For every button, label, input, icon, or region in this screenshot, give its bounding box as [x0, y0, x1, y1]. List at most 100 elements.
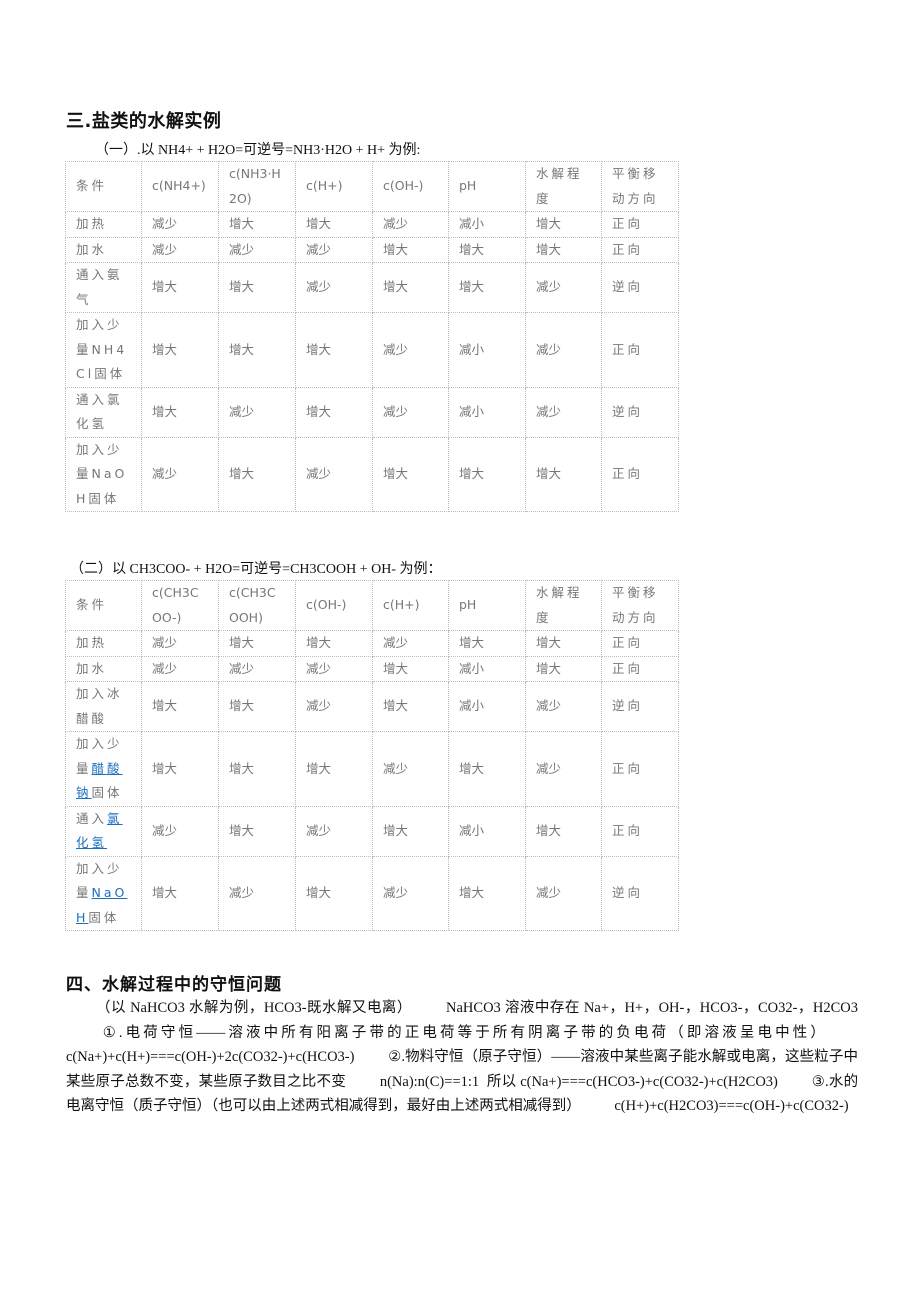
- column-header: c(NH4+): [141, 161, 219, 212]
- value-cell: 增大: [295, 211, 373, 238]
- value-cell: 正向: [601, 731, 679, 807]
- value-cell: 减少: [218, 655, 296, 682]
- charge-conservation-equation: c(Na+)+c(H+)===c(OH-)+2c(CO32-)+c(HCO3-): [66, 1049, 355, 1065]
- value-cell: 增大: [295, 855, 373, 931]
- column-header: 平衡移动方向: [601, 580, 679, 631]
- condition-cell: 加入少量NaOH固体: [65, 855, 142, 931]
- table-row: 加水 减少 减少 减少 增大 减小 增大 正向: [65, 655, 679, 682]
- value-cell: 减少: [295, 436, 373, 512]
- value-cell: 减少: [372, 630, 449, 657]
- conservation-paragraph: （以 NaHCO3 水解为例，HCO3-既水解又电离） NaHCO3 溶液中存在…: [66, 996, 858, 1119]
- value-cell: 正向: [601, 236, 679, 263]
- condition-cell: 加水: [65, 655, 142, 682]
- value-cell: 增大: [295, 386, 373, 438]
- example1-caption: （一）.以 NH4+ + H2O=可逆号=NH3·H2O + H+ 为例:: [95, 143, 421, 158]
- column-header: 条件: [65, 161, 142, 212]
- section-title-conservation: 四、水解过程中的守恒问题: [66, 975, 282, 995]
- value-cell: 增大: [218, 211, 296, 238]
- table-row: 通入氯化氢 增大 减少 增大 减少 减小 减少 逆向: [65, 386, 679, 438]
- condition-prefix: 通入: [76, 810, 108, 826]
- value-cell: 增大: [218, 312, 296, 388]
- table-row: 加水 减少 减少 减少 增大 增大 增大 正向: [65, 236, 679, 263]
- value-cell: 减少: [525, 855, 602, 931]
- value-cell: 减小: [448, 655, 526, 682]
- value-cell: 减小: [448, 312, 526, 388]
- value-cell: 正向: [601, 436, 679, 512]
- table-row: 加入少量NH4Cl固体 增大 增大 增大 减少 减小 减少 正向: [65, 312, 679, 388]
- value-cell: 减少: [218, 236, 296, 263]
- value-cell: 增大: [372, 262, 449, 313]
- value-cell: 增大: [141, 312, 219, 388]
- value-cell: 减少: [141, 211, 219, 238]
- value-cell: 增大: [218, 262, 296, 313]
- value-cell: 增大: [218, 436, 296, 512]
- value-cell: 减少: [295, 805, 373, 857]
- value-cell: 增大: [448, 630, 526, 657]
- value-cell: 减少: [295, 236, 373, 263]
- value-cell: 增大: [525, 436, 602, 512]
- condition-cell: 加热: [65, 630, 142, 657]
- condition-cell: 加入少量NaOH固体: [65, 436, 142, 512]
- value-cell: 增大: [295, 312, 373, 388]
- value-cell: 减少: [295, 681, 373, 732]
- value-cell: 减少: [525, 731, 602, 807]
- value-cell: 减小: [448, 211, 526, 238]
- example2-caption: （二）以 CH3COO- + H2O=可逆号=CH3COOH + OH- 为例：: [70, 562, 442, 577]
- value-cell: 正向: [601, 630, 679, 657]
- value-cell: 增大: [525, 630, 602, 657]
- value-cell: 逆向: [601, 386, 679, 438]
- table-row: 加入少量醋酸钠固体 增大 增大 增大 减少 增大 减少 正向: [65, 731, 679, 807]
- value-cell: 减少: [141, 630, 219, 657]
- value-cell: 增大: [448, 236, 526, 263]
- value-cell: 增大: [218, 731, 296, 807]
- table-row: 加热 减少 增大 增大 减少 减小 增大 正向: [65, 211, 679, 238]
- column-header: 平衡移动方向: [601, 161, 679, 212]
- value-cell: 减少: [141, 805, 219, 857]
- value-cell: 正向: [601, 805, 679, 857]
- proton-conservation-equation: c(H+)+c(H2CO3)===c(OH-)+c(CO32-): [614, 1098, 849, 1114]
- condition-cell: 加入少量醋酸钠固体: [65, 731, 142, 807]
- condition-cell: 加热: [65, 211, 142, 238]
- value-cell: 减小: [448, 386, 526, 438]
- value-cell: 减小: [448, 805, 526, 857]
- species-text: NaHCO3 溶液中存在 Na+，H+，OH-，HCO3-，CO32-，H2CO…: [446, 1000, 859, 1016]
- value-cell: 增大: [141, 262, 219, 313]
- ch3coo-hydrolysis-table: 条件 c(CH3COO-) c(CH3COOH) c(OH-) c(H+) pH 水解程度平…: [65, 580, 679, 931]
- value-cell: 减小: [448, 681, 526, 732]
- value-cell: 增大: [525, 211, 602, 238]
- value-cell: 逆向: [601, 855, 679, 931]
- table-row: 通入氨气 增大 增大 减少 增大 增大 减少 逆向: [65, 262, 679, 313]
- value-cell: 增大: [141, 731, 219, 807]
- nh4-hydrolysis-table: 条件 c(NH4+) c(NH3·H2O) c(H+) c(OH-) pH 水解程度 平衡移动…: [65, 161, 679, 512]
- value-cell: 增大: [372, 681, 449, 732]
- value-cell: 增大: [218, 630, 296, 657]
- column-header: c(CH3COO-): [141, 580, 219, 631]
- value-cell: 增大: [141, 386, 219, 438]
- table-row: 加入少量NaOH固体 减少 增大 减少 增大 增大 增大 正向: [65, 436, 679, 512]
- value-cell: 增大: [448, 855, 526, 931]
- value-cell: 减少: [295, 262, 373, 313]
- column-header: 水解程度: [525, 580, 602, 631]
- value-cell: 增大: [448, 262, 526, 313]
- column-header: c(H+): [295, 161, 373, 212]
- value-cell: 减少: [141, 236, 219, 263]
- value-cell: 增大: [525, 805, 602, 857]
- value-cell: 增大: [525, 236, 602, 263]
- value-cell: 减少: [525, 386, 602, 438]
- value-cell: 减少: [141, 655, 219, 682]
- charge-conservation-label: ①.电荷守恒——溶液中所有阳离子带的正电荷等于所有阴离子带的负电荷（即溶液呈电中…: [102, 1024, 828, 1041]
- value-cell: 逆向: [601, 681, 679, 732]
- value-cell: 减少: [525, 681, 602, 732]
- value-cell: 减少: [525, 312, 602, 388]
- condition-suffix: 固体: [88, 909, 120, 925]
- condition-suffix: 固体: [91, 785, 123, 800]
- column-header: 条件: [65, 580, 142, 631]
- condition-cell: 加入冰醋酸: [65, 681, 142, 732]
- column-header: pH: [448, 580, 526, 631]
- column-header: c(NH3·H2O): [218, 161, 296, 212]
- value-cell: 增大: [372, 436, 449, 512]
- value-cell: 减少: [372, 731, 449, 807]
- condition-cell: 通入氯化氢: [65, 805, 142, 857]
- value-cell: 减少: [218, 386, 296, 438]
- column-header: c(H+): [372, 580, 449, 631]
